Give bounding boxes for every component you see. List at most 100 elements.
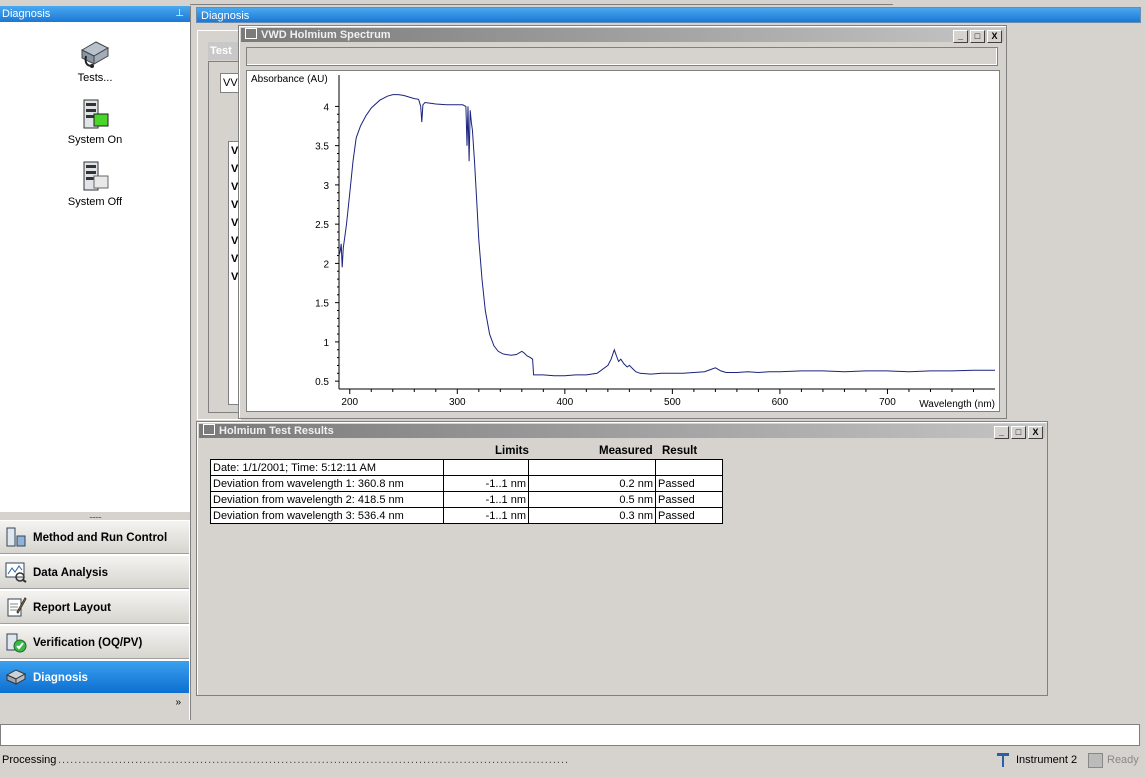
y-tick-label: 1.5 [315, 299, 329, 310]
method-run-icon [5, 526, 27, 548]
spectrum-series-line [338, 94, 995, 377]
system-off-icon [78, 160, 112, 194]
table-row: Deviation from wavelength 2: 418.5 nm -1… [210, 491, 723, 508]
system-on-icon [78, 98, 112, 132]
left-navigation-pane: Diagnosis ⊥ Tests... System On System Of… [0, 6, 191, 720]
x-axis-label: Wavelength (nm) [919, 399, 995, 410]
x-tick-label: 400 [556, 397, 573, 408]
main-pane-header: Diagnosis [196, 7, 1141, 23]
row-measured: 0.5 nm [528, 491, 656, 508]
tests-icon [78, 36, 112, 70]
spectrum-window: VWD Holmium Spectrum _ □ X Absorbance (AU)… [238, 25, 1007, 419]
y-tick-label: 3 [323, 181, 329, 192]
status-bar: Processing .............................… [0, 750, 1145, 771]
progress-dots: ........................................… [58, 754, 570, 766]
pin-icon[interactable]: ⊥ [175, 6, 184, 22]
nav-report-layout[interactable]: Report Layout [0, 590, 189, 624]
y-tick-label: 3.5 [315, 142, 329, 153]
minimize-button[interactable]: _ [953, 30, 968, 43]
instrument-label: Instrument 2 [1016, 754, 1078, 766]
chevron-double-down-icon: » [175, 697, 181, 708]
nav-data-analysis-label: Data Analysis [33, 567, 108, 579]
table-row: Deviation from wavelength 3: 536.4 nm -1… [210, 507, 723, 524]
x-tick-label: 500 [664, 397, 681, 408]
row-result [655, 459, 723, 476]
nav-verification-label: Verification (OQ/PV) [33, 637, 143, 649]
window-icon [245, 28, 257, 39]
system-off-tool[interactable]: System Off [0, 160, 190, 208]
tests-window: Test VV V V V V V V V V [197, 30, 243, 420]
y-axis-label: Absorbance (AU) [251, 74, 328, 85]
report-layout-icon [5, 596, 27, 618]
row-limits [443, 459, 529, 476]
diagnosis-icon [5, 666, 27, 688]
result-header: Result [662, 445, 698, 457]
nav-diagnosis-label: Diagnosis [33, 672, 88, 684]
maximize-button[interactable]: □ [1011, 426, 1026, 439]
verification-icon [5, 631, 27, 653]
ready-icon [1088, 753, 1103, 768]
window-icon [203, 424, 215, 435]
row-limits: -1..1 nm [443, 475, 529, 492]
measured-header: Measured [599, 445, 653, 457]
data-analysis-icon [5, 561, 27, 583]
command-line-input[interactable] [0, 724, 1140, 746]
results-table: Date: 1/1/2001; Time: 5:12:11 AM Deviati… [210, 459, 723, 524]
minimize-button[interactable]: _ [994, 426, 1009, 439]
row-label: Deviation from wavelength 1: 360.8 nm [210, 475, 444, 492]
close-button[interactable]: X [1028, 426, 1043, 439]
results-window-title: Holmium Test Results [219, 425, 334, 437]
left-pane-header: Diagnosis ⊥ [0, 6, 190, 22]
row-measured [528, 459, 656, 476]
row-label: Date: 1/1/2001; Time: 5:12:11 AM [210, 459, 444, 476]
spectrum-window-title: VWD Holmium Spectrum [261, 29, 391, 41]
x-tick-label: 600 [772, 397, 789, 408]
x-tick-label: 700 [879, 397, 896, 408]
limits-header: Limits [495, 445, 529, 457]
more-nav-button[interactable]: » [0, 693, 189, 720]
spectrum-chart: Absorbance (AU) Wavelength (nm) 0.5 1 1.5 2… [251, 74, 995, 410]
status-processing: Processing [2, 754, 57, 766]
results-window: Holmium Test Results _ □ X Limits Measured… [196, 421, 1048, 696]
tests-window-title: Test [208, 42, 242, 60]
row-label: Deviation from wavelength 2: 418.5 nm [210, 491, 444, 508]
spectrum-window-titlebar[interactable]: VWD Holmium Spectrum _ □ X [241, 28, 1004, 43]
row-label: Deviation from wavelength 3: 536.4 nm [210, 507, 444, 524]
nav-method-run-label: Method and Run Control [33, 532, 168, 544]
main-pane-title: Diagnosis [201, 10, 250, 22]
pane-splitter[interactable]: ........ [0, 511, 190, 520]
y-tick-label: 1 [323, 338, 329, 349]
row-result: Passed [655, 475, 723, 492]
system-on-label: System On [67, 134, 123, 146]
x-tick-label: 200 [341, 397, 358, 408]
tests-label: Tests... [77, 72, 113, 84]
ready-label: Ready [1107, 754, 1139, 766]
close-button[interactable]: X [987, 30, 1002, 43]
instrument-icon [994, 751, 1012, 769]
nav-verification[interactable]: Verification (OQ/PV) [0, 625, 189, 659]
spectrum-toolbar [246, 47, 998, 66]
row-measured: 0.3 nm [528, 507, 656, 524]
x-tick-label: 300 [449, 397, 466, 408]
y-tick-label: 4 [323, 102, 329, 113]
y-tick-label: 2.5 [315, 220, 329, 231]
maximize-button[interactable]: □ [970, 30, 985, 43]
row-result: Passed [655, 491, 723, 508]
nav-method-run-control[interactable]: Method and Run Control [0, 520, 189, 554]
nav-diagnosis[interactable]: Diagnosis [0, 660, 189, 694]
left-pane-title: Diagnosis [2, 8, 51, 20]
nav-data-analysis[interactable]: Data Analysis [0, 555, 189, 589]
row-result: Passed [655, 507, 723, 524]
row-limits: -1..1 nm [443, 507, 529, 524]
results-window-titlebar[interactable]: Holmium Test Results _ □ X [199, 424, 1045, 439]
y-tick-label: 0.5 [315, 377, 329, 388]
row-limits: -1..1 nm [443, 491, 529, 508]
table-row: Date: 1/1/2001; Time: 5:12:11 AM [210, 459, 723, 476]
tests-tool[interactable]: Tests... [0, 36, 190, 84]
row-measured: 0.2 nm [528, 475, 656, 492]
system-on-tool[interactable]: System On [0, 98, 190, 146]
table-row: Deviation from wavelength 1: 360.8 nm -1… [210, 475, 723, 492]
nav-report-layout-label: Report Layout [33, 602, 111, 614]
system-off-label: System Off [67, 196, 123, 208]
spectrum-plot-area: Absorbance (AU) Wavelength (nm) 0.5 1 1.5 2… [246, 70, 1000, 412]
